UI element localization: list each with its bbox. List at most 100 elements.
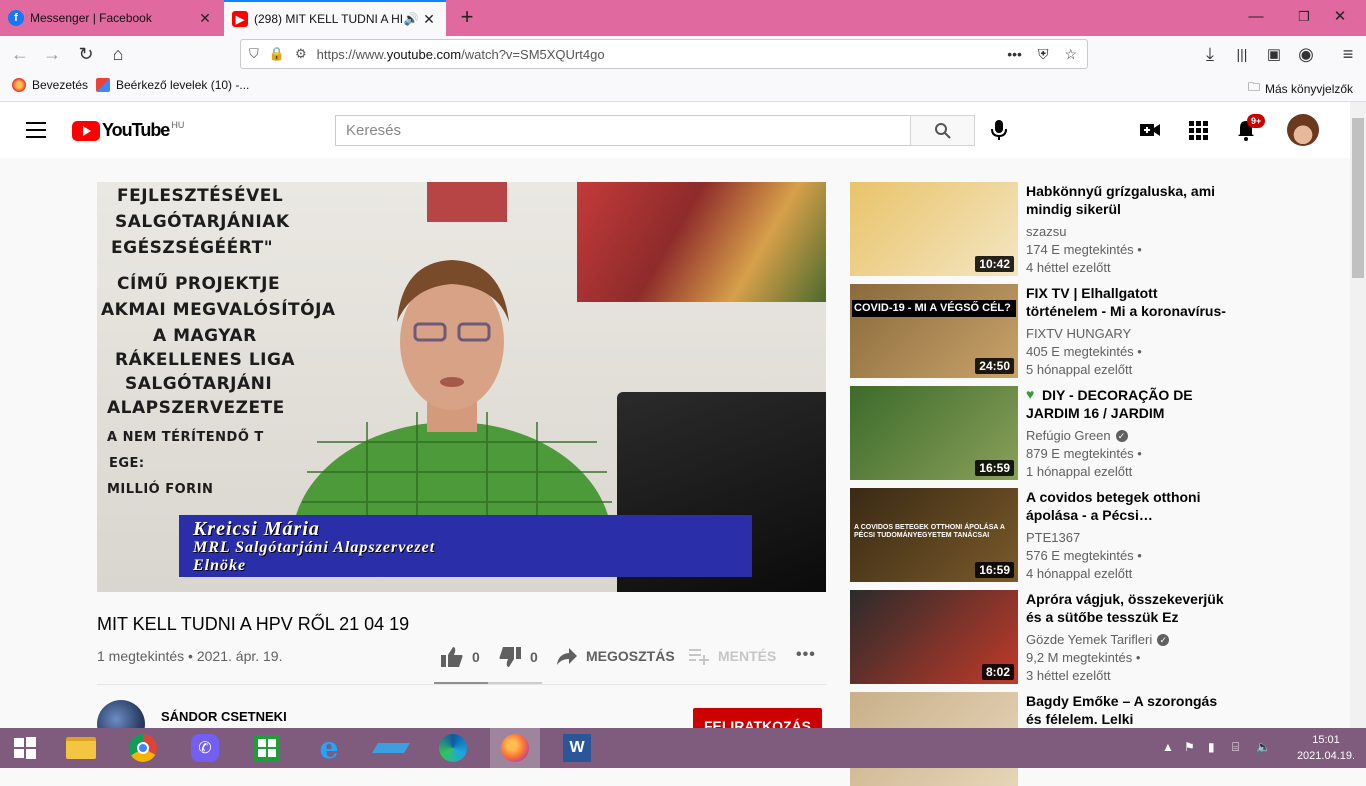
- tray-expand-icon[interactable]: ▲: [1162, 740, 1174, 754]
- recommendation-age: 1 hónappal ezelőtt: [1026, 464, 1133, 479]
- system-clock[interactable]: 15:01 2021.04.19.: [1296, 732, 1356, 764]
- recommendation-title[interactable]: Apróra vágjuk, összekeverjük és a sütőbe…: [1026, 590, 1231, 626]
- firefox-taskbar-icon[interactable]: [490, 728, 540, 768]
- user-avatar[interactable]: [1287, 114, 1319, 146]
- recommendation-views: 9,2 M megtekintés •: [1026, 650, 1141, 665]
- internet-explorer-icon[interactable]: e: [304, 728, 354, 768]
- recommendation-age: 4 hónappal ezelőtt: [1026, 566, 1133, 581]
- poster-line: SALGÓTARJÁNIAK: [115, 212, 290, 232]
- thumbs-up-icon: [441, 647, 463, 667]
- youtube-logo[interactable]: YouTube HU: [72, 120, 184, 141]
- dislike-button[interactable]: 0: [498, 646, 538, 668]
- recommendation-item[interactable]: 10:42 Habkönnyű grízgaluska, ami mindig s…: [850, 182, 1226, 276]
- page-actions-icon[interactable]: •••: [1007, 46, 1022, 63]
- home-button[interactable]: ⌂: [104, 40, 132, 68]
- recommendation-title[interactable]: Habkönnyű grízgaluska, ami mindig sikerü…: [1026, 182, 1231, 218]
- microphone-icon[interactable]: [988, 118, 1010, 142]
- recommendation-channel[interactable]: Refúgio Green ✓: [1026, 428, 1128, 443]
- recommendation-title[interactable]: FIX TV | Elhallgatott történelem - Mi a …: [1026, 284, 1231, 320]
- guide-menu-icon[interactable]: [26, 122, 46, 138]
- video-thumbnail[interactable]: A COVIDOS BETEGEK OTTHONI ÁPOLÁSA A PÉCS…: [850, 488, 1018, 582]
- tab-title: Messenger | Facebook: [30, 11, 152, 25]
- recommendation-channel[interactable]: Gözde Yemek Tarifleri ✓: [1026, 632, 1170, 647]
- flag-icon[interactable]: ⚑: [1184, 740, 1195, 754]
- bookmark-gmail[interactable]: Beérkező levelek (10) -...: [96, 78, 249, 92]
- pocket-icon[interactable]: ⛨: [1038, 46, 1049, 63]
- recommendation-item[interactable]: 16:59 ♥ DIY - DECORAÇÃO DE JARDIM 16 / JA…: [850, 386, 1226, 480]
- downloads-icon[interactable]: ⤓: [1196, 40, 1224, 68]
- thumbs-down-icon: [499, 647, 521, 667]
- lock-icon[interactable]: 🔒: [269, 46, 285, 62]
- reload-button[interactable]: ↻: [72, 40, 100, 68]
- more-actions-icon[interactable]: •••: [796, 646, 816, 664]
- permissions-icon[interactable]: ⚙: [295, 46, 307, 62]
- like-button[interactable]: 0: [440, 646, 480, 668]
- video-thumbnail[interactable]: 8:02: [850, 590, 1018, 684]
- save-button[interactable]: MENTÉS: [688, 646, 776, 666]
- scanner-icon[interactable]: [366, 728, 416, 768]
- edge-icon[interactable]: [428, 728, 478, 768]
- recommendation-item[interactable]: 8:02 Apróra vágjuk, összekeverjük és a sü…: [850, 590, 1226, 684]
- store-icon[interactable]: [242, 728, 292, 768]
- youtube-favicon-icon: ▶: [232, 11, 248, 27]
- poster-line: EGÉSZSÉGÉÉRT": [111, 238, 274, 258]
- menu-icon[interactable]: ≡: [1334, 40, 1362, 68]
- chrome-icon[interactable]: [118, 728, 168, 768]
- thumbnail-caption: COVID-19 - MI A VÉGSŐ CÉL?: [852, 300, 1016, 318]
- viber-icon[interactable]: ✆: [180, 728, 230, 768]
- video-player[interactable]: FEJLESZTÉSÉVEL SALGÓTARJÁNIAK EGÉSZSÉGÉÉRT…: [97, 182, 826, 592]
- scrollbar-thumb[interactable]: [1352, 118, 1364, 278]
- caption-role: Elnöke: [193, 557, 247, 574]
- video-thumbnail[interactable]: 10:42: [850, 182, 1018, 276]
- volume-icon[interactable]: 🔈: [1256, 740, 1271, 754]
- close-window-button[interactable]: ✕: [1320, 2, 1360, 32]
- close-tab-icon[interactable]: ✕: [420, 11, 438, 28]
- shield-icon[interactable]: ⛉: [249, 46, 259, 62]
- bookmark-bevezetes[interactable]: Bevezetés: [12, 78, 88, 92]
- word-icon[interactable]: W: [552, 728, 602, 768]
- recommendation-title[interactable]: Bagdy Emőke – A szorongás és félelem. Le…: [1026, 692, 1231, 728]
- recommendation-channel[interactable]: szazsu: [1026, 224, 1066, 239]
- video-thumbnail[interactable]: COVID-19 - MI A VÉGSŐ CÉL? 24:50: [850, 284, 1018, 378]
- recommendation-channel[interactable]: PTE1367: [1026, 530, 1080, 545]
- sidebar-icon[interactable]: ▣: [1260, 40, 1288, 68]
- share-button[interactable]: MEGOSZTÁS: [556, 646, 675, 666]
- address-bar[interactable]: ⛉ 🔒 ⚙ https://www.youtube.com/watch?v=SM…: [240, 39, 1088, 69]
- library-icon[interactable]: |||: [1228, 40, 1256, 68]
- network-icon[interactable]: ⌸: [1232, 740, 1239, 755]
- forward-button[interactable]: →: [38, 40, 66, 68]
- bookmark-star-icon[interactable]: ☆: [1064, 46, 1077, 63]
- thumbnail-caption: A COVIDOS BETEGEK OTTHONI ÁPOLÁSA A PÉCS…: [854, 524, 1005, 540]
- search-button[interactable]: [910, 115, 975, 146]
- youtube-masthead: YouTube HU Keresés 9+: [0, 102, 1350, 158]
- restore-button[interactable]: ❐: [1284, 2, 1324, 32]
- account-icon[interactable]: ◉: [1292, 40, 1320, 68]
- close-tab-icon[interactable]: ✕: [196, 10, 214, 27]
- recommendation-title[interactable]: DIY - DECORAÇÃO DE JARDIM 16 / JARDIM EX…: [1026, 386, 1231, 422]
- start-button[interactable]: [0, 728, 50, 768]
- poster-line: CÍMŰ PROJEKTJE: [117, 274, 281, 294]
- speaker-icon[interactable]: 🔊: [402, 12, 420, 26]
- recommendation-title[interactable]: A covidos betegek otthoni ápolása - a Pé…: [1026, 488, 1231, 524]
- video-thumbnail[interactable]: 16:59: [850, 386, 1018, 480]
- poster-line: EGE:: [109, 456, 145, 471]
- create-video-icon[interactable]: [1138, 118, 1162, 142]
- search-input[interactable]: Keresés: [335, 115, 911, 146]
- other-bookmarks[interactable]: 🗀 Más könyvjelzők: [1248, 78, 1353, 99]
- recommendation-item[interactable]: COVID-19 - MI A VÉGSŐ CÉL? 24:50 FIX TV | …: [850, 284, 1226, 378]
- facebook-icon: f: [8, 10, 24, 26]
- folder-icon: 🗀: [1248, 80, 1261, 94]
- tab-youtube[interactable]: ▶ (298) MIT KELL TUDNI A HP 🔊 ✕: [224, 0, 446, 36]
- recommendation-item[interactable]: A COVIDOS BETEGEK OTTHONI ÁPOLÁSA A PÉCS…: [850, 488, 1226, 582]
- new-tab-button[interactable]: +: [456, 6, 478, 28]
- tab-messenger[interactable]: f Messenger | Facebook ✕: [0, 0, 222, 36]
- url-text[interactable]: https://www.youtube.com/watch?v=SM5XQUrt…: [317, 47, 1008, 62]
- recommendation-channel[interactable]: FIXTV HUNGARY: [1026, 326, 1131, 341]
- apps-grid-icon[interactable]: [1186, 118, 1210, 142]
- channel-name[interactable]: SÁNDOR CSETNEKI: [161, 709, 287, 724]
- back-button[interactable]: ←: [6, 40, 34, 68]
- battery-icon[interactable]: ▮: [1208, 740, 1215, 754]
- minimize-button[interactable]: —: [1236, 2, 1276, 32]
- duration-badge: 10:42: [975, 256, 1014, 272]
- file-explorer-icon[interactable]: [56, 728, 106, 768]
